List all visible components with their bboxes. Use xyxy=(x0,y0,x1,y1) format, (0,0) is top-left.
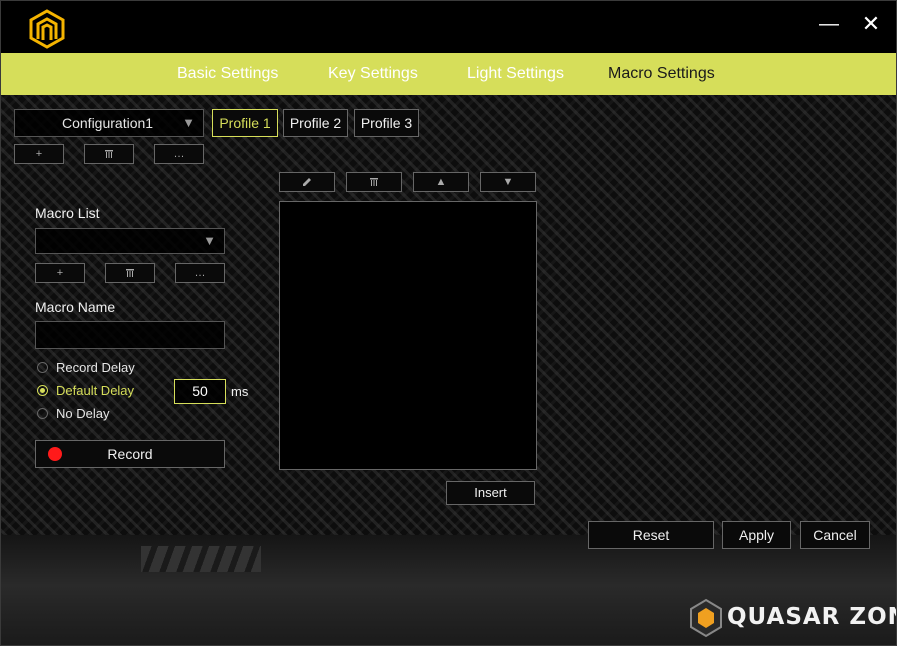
no-delay-radio[interactable]: No Delay xyxy=(37,406,109,424)
no-delay-label: No Delay xyxy=(56,406,110,421)
hexagon-logo-icon xyxy=(690,598,722,638)
record-button[interactable]: Record xyxy=(35,440,225,468)
record-dot-icon xyxy=(48,447,62,461)
tab-basic-settings[interactable]: Basic Settings xyxy=(177,53,278,95)
macro-list-select[interactable]: ▼ xyxy=(35,228,225,254)
tab-key-settings[interactable]: Key Settings xyxy=(328,53,418,95)
chevron-down-icon: ▼ xyxy=(203,233,216,248)
edit-step-button[interactable] xyxy=(279,172,335,192)
title-bar: — ✕ xyxy=(1,1,896,53)
radio-circle-checked xyxy=(37,385,48,397)
apply-button[interactable]: Apply xyxy=(722,521,791,549)
move-step-up-button[interactable]: ▲ xyxy=(413,172,469,192)
more-configuration-button[interactable]: … xyxy=(154,144,204,164)
move-step-down-button[interactable]: ▼ xyxy=(480,172,536,192)
ellipsis-icon: … xyxy=(173,148,185,160)
pencil-icon xyxy=(303,178,311,186)
record-button-label: Record xyxy=(107,446,153,462)
ellipsis-icon: … xyxy=(194,267,206,279)
tab-macro-settings[interactable]: Macro Settings xyxy=(608,53,715,95)
triangle-down-icon: ▼ xyxy=(502,176,514,188)
configuration-select[interactable]: Configuration1 ▼ xyxy=(14,109,204,137)
radio-circle xyxy=(37,408,48,420)
configuration-select-value: Configuration1 xyxy=(62,115,154,131)
trash-icon xyxy=(370,178,378,186)
delete-step-button[interactable] xyxy=(346,172,402,192)
trash-icon xyxy=(105,150,113,158)
record-delay-label: Record Delay xyxy=(56,360,135,375)
more-macro-button[interactable]: … xyxy=(175,263,225,283)
reset-button[interactable]: Reset xyxy=(588,521,714,549)
close-button[interactable]: ✕ xyxy=(858,11,884,37)
chevron-down-icon: ▼ xyxy=(182,115,195,130)
profile-1-button[interactable]: Profile 1 xyxy=(212,109,278,137)
tab-light-settings[interactable]: Light Settings xyxy=(467,53,564,95)
cancel-button[interactable]: Cancel xyxy=(800,521,870,549)
macro-name-input[interactable] xyxy=(35,321,225,349)
default-delay-input[interactable]: 50 xyxy=(174,379,226,404)
watermark-text: QUASAR ZONE xyxy=(727,604,896,630)
app-window: — ✕ Basic Settings Key Settings Light Se… xyxy=(0,0,897,646)
profile-2-button[interactable]: Profile 2 xyxy=(283,109,348,137)
delay-unit-label: ms xyxy=(231,384,249,399)
delete-configuration-button[interactable] xyxy=(84,144,134,164)
decorative-stripes xyxy=(141,546,261,572)
macro-list-label: Macro List xyxy=(35,205,100,221)
record-delay-radio[interactable]: Record Delay xyxy=(37,360,135,378)
triangle-up-icon: ▲ xyxy=(435,176,447,188)
app-logo-icon xyxy=(29,9,65,49)
default-delay-radio[interactable]: Default Delay xyxy=(37,383,134,401)
plus-icon: + xyxy=(56,267,64,279)
profile-3-button[interactable]: Profile 3 xyxy=(354,109,419,137)
macro-steps-list[interactable] xyxy=(279,201,537,470)
trash-icon xyxy=(126,269,134,277)
add-configuration-button[interactable]: + xyxy=(14,144,64,164)
minimize-button[interactable]: — xyxy=(816,11,842,37)
plus-icon: + xyxy=(35,148,43,160)
insert-button[interactable]: Insert xyxy=(446,481,535,505)
default-delay-label: Default Delay xyxy=(56,383,135,398)
radio-circle xyxy=(37,362,48,374)
settings-tab-bar: Basic Settings Key Settings Light Settin… xyxy=(1,53,896,95)
macro-name-label: Macro Name xyxy=(35,299,116,315)
add-macro-button[interactable]: + xyxy=(35,263,85,283)
delete-macro-button[interactable] xyxy=(105,263,155,283)
